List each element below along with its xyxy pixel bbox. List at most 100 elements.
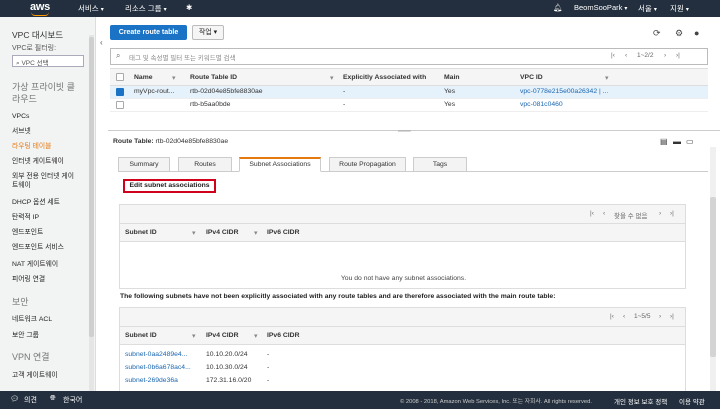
sidebar-item-peering[interactable]: 피어링 연결 <box>12 275 45 284</box>
support-menu[interactable]: 지원 ▾ <box>670 3 689 14</box>
sidebar-item-security-groups[interactable]: 보안 그룹 <box>12 331 39 340</box>
sidebar-item-network-acl[interactable]: 네트워크 ACL <box>12 315 52 324</box>
prev-page-icon[interactable]: ‹ <box>625 52 627 59</box>
table-header: Subnet ID ▾ IPv4 CIDR ▾ IPv6 CIDR <box>120 327 685 345</box>
next-page-icon[interactable]: › <box>664 52 666 59</box>
privacy-link[interactable]: 개인 정보 보호 정책 <box>614 396 667 406</box>
last-page-icon[interactable]: ›| <box>670 210 674 217</box>
last-page-icon[interactable]: ›| <box>676 52 680 59</box>
table-row[interactable]: myVpc-rout... rtb-02d04e85bfe8830ae - Ye… <box>110 86 708 99</box>
aws-smile-icon <box>31 12 49 16</box>
tab-summary[interactable]: Summary <box>118 157 170 172</box>
layout-split-icon[interactable]: ▤ <box>660 137 668 146</box>
column-header-route-table-id[interactable]: Route Table ID <box>190 74 237 81</box>
column-header-main[interactable]: Main <box>444 74 459 81</box>
table-row[interactable]: subnet-0b6a678ac4... 10.10.30.0/24 - <box>120 362 685 375</box>
sidebar-item-vpcs[interactable]: VPCs <box>12 112 29 121</box>
panel-splitter[interactable]: ═══ <box>108 129 720 135</box>
terms-link[interactable]: 이용 약관 <box>679 396 705 406</box>
pin-icon[interactable]: ✱ <box>186 3 192 12</box>
subnet-id-link[interactable]: subnet-0b6a678ac4... <box>125 364 191 371</box>
user-menu[interactable]: BeomSooPark ▾ <box>574 3 627 12</box>
select-all-checkbox[interactable] <box>116 73 124 81</box>
first-page-icon[interactable]: |‹ <box>590 210 594 217</box>
sidebar-title[interactable]: VPC 대시보드 <box>12 29 63 41</box>
sort-icon[interactable]: ▾ <box>254 229 257 237</box>
table-row[interactable]: subnet-0aa2489e4... 10.10.20.0/24 - <box>120 349 685 362</box>
bell-icon[interactable]: 🔔︎ <box>553 3 563 12</box>
sidebar-item-elastic-ip[interactable]: 탄력적 IP <box>12 213 39 222</box>
column-header-vpc-id[interactable]: VPC ID <box>520 74 543 81</box>
subnet-id-link[interactable]: subnet-0aa2489e4... <box>125 351 187 358</box>
scrollbar-thumb[interactable] <box>710 197 716 357</box>
column-header-ipv4[interactable]: IPv4 CIDR <box>206 229 238 236</box>
footer: 💬︎ 의견 🌐︎ 한국어 © 2008 - 2018, Amazon Web S… <box>0 391 720 409</box>
sort-icon[interactable]: ▾ <box>330 74 333 82</box>
vpc-filter-select[interactable]: ⌕ VPC 선택 <box>12 55 84 67</box>
column-header-ipv6[interactable]: IPv6 CIDR <box>267 229 299 236</box>
help-icon[interactable]: ● <box>694 28 699 38</box>
column-header-subnet-id[interactable]: Subnet ID <box>125 332 157 339</box>
edit-subnet-associations-button[interactable]: Edit subnet associations <box>123 179 216 193</box>
refresh-icon[interactable]: ⟳ <box>653 28 661 39</box>
column-header-subnet-id[interactable]: Subnet ID <box>125 229 157 236</box>
sidebar-item-internet-gateways[interactable]: 인터넷 게이트웨이 <box>12 157 64 166</box>
sidebar-item-egress-gateways[interactable]: 외부 전용 인터넷 게이 트웨이 <box>12 172 74 190</box>
sidebar-item-endpoints[interactable]: 엔드포인트 <box>12 228 43 237</box>
services-menu[interactable]: 서비스 ▾ <box>78 3 104 14</box>
table-row[interactable]: subnet-269de36a 172.31.16.0/20 - <box>120 375 685 388</box>
column-header-name[interactable]: Name <box>134 74 153 81</box>
next-page-icon[interactable]: › <box>659 313 661 320</box>
globe-icon[interactable]: 🌐︎ <box>50 395 56 403</box>
last-page-icon[interactable]: ›| <box>670 313 674 320</box>
gear-icon[interactable]: ⚙ <box>675 28 683 39</box>
next-page-icon[interactable]: › <box>659 210 661 217</box>
prev-page-icon[interactable]: ‹ <box>623 313 625 320</box>
sort-icon[interactable]: ▾ <box>254 332 257 340</box>
sidebar-item-nat-gateways[interactable]: NAT 게이트웨이 <box>12 260 58 269</box>
subnet-id-link[interactable]: subnet-269de36a <box>125 377 178 384</box>
row-checkbox[interactable] <box>116 88 124 96</box>
column-header-ipv6[interactable]: IPv6 CIDR <box>267 332 299 339</box>
table-row[interactable]: rtb-b5aa0bde - Yes vpc-081c0460 <box>110 99 708 112</box>
layout-top-icon[interactable]: ▬ <box>673 137 681 146</box>
collapse-sidebar-icon[interactable]: ‹ <box>100 38 103 47</box>
layout-bottom-icon[interactable]: ▭ <box>686 137 694 146</box>
sidebar-item-endpoint-services[interactable]: 엔드포인트 서비스 <box>12 243 64 252</box>
associated-subnets-table: |‹ ‹ 찾을 수 없음 › ›| Subnet ID ▾ IPv4 CIDR … <box>119 204 686 289</box>
feedback-icon[interactable]: 💬︎ <box>10 395 19 403</box>
sidebar-item-customer-gateways[interactable]: 고객 게이트웨이 <box>12 371 58 380</box>
actions-button[interactable]: 작업 ▾ <box>192 25 224 40</box>
row-checkbox[interactable] <box>116 101 124 109</box>
tab-routes[interactable]: Routes <box>178 157 232 172</box>
create-route-table-button[interactable]: Create route table <box>110 25 187 40</box>
detail-scrollbar[interactable] <box>710 147 716 391</box>
tab-subnet-associations[interactable]: Subnet Associations <box>239 157 321 172</box>
sort-icon[interactable]: ▾ <box>172 74 175 82</box>
column-header-explicit-assoc[interactable]: Explicitly Associated with <box>343 74 426 81</box>
prev-page-icon[interactable]: ‹ <box>603 210 605 217</box>
row-vpc-id-link[interactable]: vpc-081c0460 <box>520 101 563 108</box>
sort-icon[interactable]: ▾ <box>192 229 195 237</box>
sort-icon[interactable]: ▾ <box>605 74 608 82</box>
sort-icon[interactable]: ▾ <box>192 332 195 340</box>
scrollbar-thumb[interactable] <box>89 37 94 337</box>
drag-handle-icon[interactable]: ═══ <box>398 129 411 135</box>
chevron-down-icon: ▾ <box>685 7 689 13</box>
sidebar-item-route-tables[interactable]: 라우팅 테이블 <box>12 142 51 151</box>
resource-groups-menu[interactable]: 리소스 그룹 ▾ <box>125 3 167 14</box>
tab-tags[interactable]: Tags <box>413 157 467 172</box>
row-vpc-id-link[interactable]: vpc-0778e215e00a26342 | ... <box>520 88 608 95</box>
language-selector[interactable]: 한국어 <box>63 395 82 405</box>
feedback-link[interactable]: 의견 <box>24 395 37 405</box>
region-menu[interactable]: 서울 ▾ <box>638 3 657 14</box>
search-filter-bar[interactable]: ⌕ 태그 및 속성별 필터 또는 키워드별 검색 |‹ ‹ 1~2/2 › ›| <box>110 48 708 65</box>
sidebar-item-subnets[interactable]: 서브넷 <box>12 127 31 136</box>
sidebar-item-dhcp[interactable]: DHCP 옵션 세트 <box>12 198 60 207</box>
sidebar-scrollbar[interactable] <box>89 35 94 391</box>
first-page-icon[interactable]: |‹ <box>611 52 615 59</box>
aws-logo[interactable]: aws <box>30 1 50 16</box>
column-header-ipv4[interactable]: IPv4 CIDR <box>206 332 238 339</box>
first-page-icon[interactable]: |‹ <box>610 313 614 320</box>
tab-route-propagation[interactable]: Route Propagation <box>329 157 406 172</box>
